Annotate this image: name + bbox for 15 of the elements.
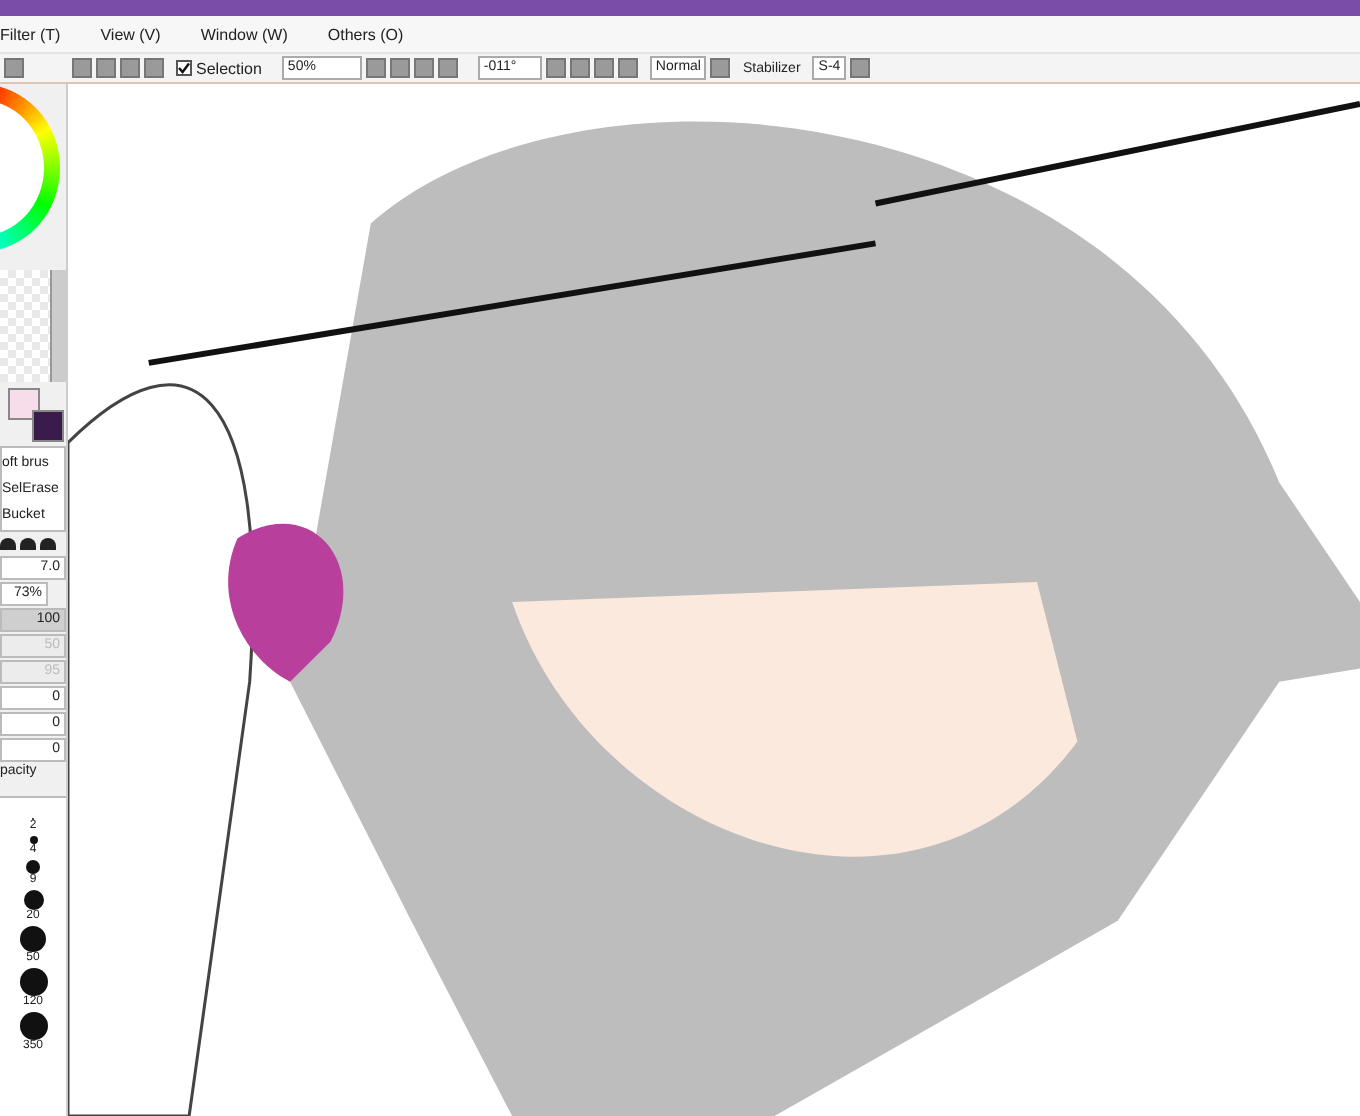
brush-dot-icon: [20, 926, 46, 952]
brush-dot-icon: [19, 968, 47, 996]
color-swatch[interactable]: [32, 410, 64, 442]
color-swatch[interactable]: [8, 388, 40, 420]
scroll-bar[interactable]: [50, 270, 66, 382]
brush-dot-icon: [26, 860, 40, 874]
menu-item[interactable]: Others (O): [327, 25, 404, 43]
checkmark-icon: [178, 62, 190, 74]
brush-dot-icon: [19, 1012, 47, 1040]
selection-checkbox[interactable]: Selection: [176, 59, 262, 77]
menu-item[interactable]: Window (W): [200, 25, 288, 43]
menu-item[interactable]: View (V): [100, 25, 161, 43]
menu-item[interactable]: Filter (T): [0, 25, 61, 43]
brush-dot-icon: [29, 836, 37, 844]
brush-dot-icon: [23, 890, 43, 910]
